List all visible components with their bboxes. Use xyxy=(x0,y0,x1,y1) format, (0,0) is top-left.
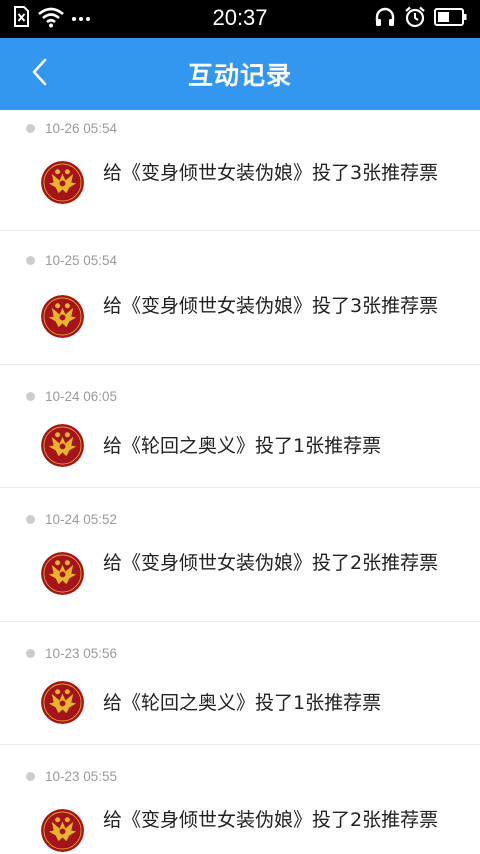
list-item[interactable]: 10-26 05:54 给《变身倾世女装伪娘》投了3张推荐票 xyxy=(0,110,480,231)
status-right xyxy=(374,6,468,32)
timestamp-row: 10-23 05:56 xyxy=(26,643,117,663)
double-headed-eagle-icon xyxy=(41,161,84,204)
timestamp: 10-23 05:55 xyxy=(45,768,118,784)
timestamp-row: 10-24 05:52 xyxy=(26,509,117,529)
timestamp: 10-24 06:05 xyxy=(45,388,118,404)
timestamp-row: 10-23 05:55 xyxy=(26,766,117,786)
list-item[interactable]: 10-24 05:52 给《变身倾世女装伪娘》投了2张推荐票 xyxy=(0,488,480,622)
interaction-records-list: 10-26 05:54 给《变身倾世女装伪娘》投了3张推荐票 10-25 05:… xyxy=(0,110,480,854)
page-title: 互动记录 xyxy=(187,61,292,90)
nav-bar: 互动记录 xyxy=(0,38,480,110)
record-text: 给《轮回之奥义》投了1张推荐票 xyxy=(103,435,382,457)
timestamp: 10-23 05:56 xyxy=(45,645,118,661)
double-headed-eagle-icon xyxy=(41,295,84,338)
timeline-dot xyxy=(26,123,35,133)
double-headed-eagle-icon xyxy=(41,552,84,595)
timeline-dot xyxy=(26,514,35,524)
record-text: 给《轮回之奥义》投了1张推荐票 xyxy=(103,692,382,714)
record-text: 给《变身倾世女装伪娘》投了2张推荐票 xyxy=(103,809,439,831)
timestamp-row: 10-26 05:54 xyxy=(26,118,117,138)
record-text: 给《变身倾世女装伪娘》投了3张推荐票 xyxy=(103,295,439,317)
timeline-dot xyxy=(26,771,35,781)
timestamp: 10-25 05:54 xyxy=(45,252,118,268)
list-item[interactable]: 10-23 05:55 给《变身倾世女装伪娘》投了2张推荐票 xyxy=(0,745,480,854)
list-item[interactable]: 10-24 06:05 给《轮回之奥义》投了1张推荐票 xyxy=(0,365,480,488)
double-headed-eagle-icon xyxy=(41,809,84,852)
timeline-dot xyxy=(26,255,35,265)
timestamp: 10-24 05:52 xyxy=(45,511,118,527)
list-item[interactable]: 10-25 05:54 给《变身倾世女装伪娘》投了3张推荐票 xyxy=(0,231,480,365)
list-item[interactable]: 10-23 05:56 给《轮回之奥义》投了1张推荐票 xyxy=(0,622,480,745)
timestamp-row: 10-25 05:54 xyxy=(26,250,117,270)
battery-icon xyxy=(434,7,468,31)
record-text: 给《变身倾世女装伪娘》投了2张推荐票 xyxy=(103,552,439,574)
double-headed-eagle-icon xyxy=(41,424,84,467)
timeline-dot xyxy=(26,391,35,401)
timeline-dot xyxy=(26,648,35,658)
timestamp-row: 10-24 06:05 xyxy=(26,386,117,406)
headphones-icon xyxy=(374,6,396,32)
record-text: 给《变身倾世女装伪娘》投了3张推荐票 xyxy=(103,162,439,184)
status-bar: 20:37 xyxy=(0,0,480,38)
double-headed-eagle-icon xyxy=(41,681,84,724)
timestamp: 10-26 05:54 xyxy=(45,120,118,136)
alarm-icon xyxy=(404,6,426,32)
